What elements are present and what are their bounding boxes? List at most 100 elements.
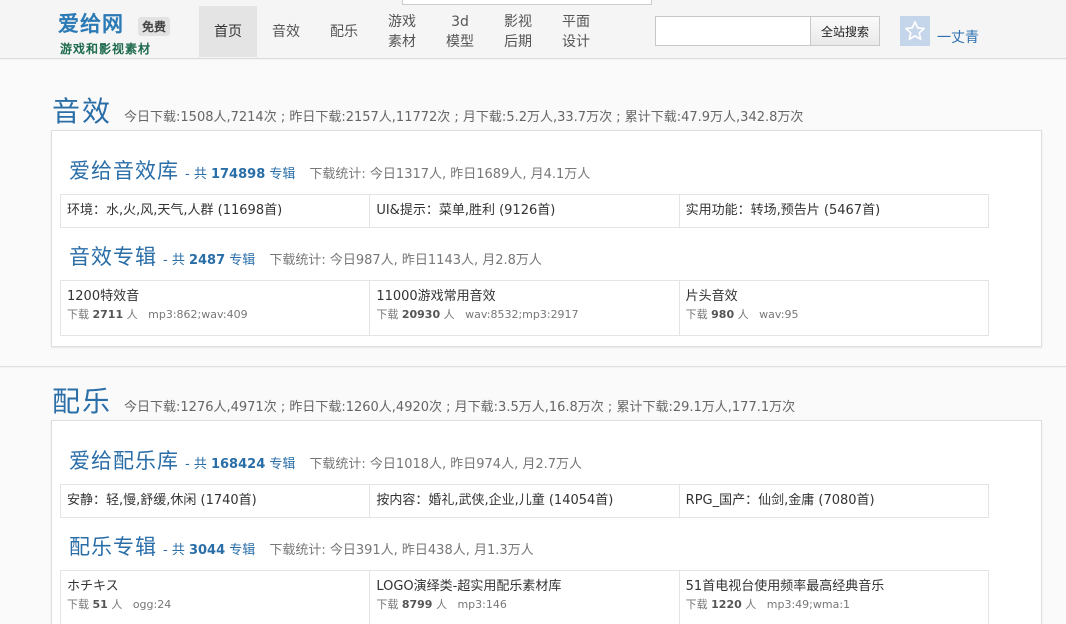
- nav-game-assets[interactable]: 游戏 素材: [373, 6, 431, 57]
- sound-panel: 爱给音效库 - 共 174898 专辑 下载统计: 今日1317人, 昨日168…: [51, 130, 1042, 347]
- album-item[interactable]: 51首电视台使用频率最高经典音乐 下载 1220 人 mp3:49;wma:1: [680, 571, 988, 624]
- count-prefix: - 共: [185, 457, 207, 472]
- nav-video-post[interactable]: 影视 后期: [489, 6, 547, 57]
- section-title[interactable]: 配乐: [52, 380, 112, 420]
- downloads-suffix: 人: [443, 308, 455, 321]
- main-nav: 首页 音效 配乐 游戏 素材 3d 模型 影视 后期 平面 设计: [199, 6, 605, 57]
- category-item[interactable]: 安静：轻,慢,舒缓,休闲 (1740首): [61, 485, 371, 517]
- album-name[interactable]: ホチキス: [67, 578, 363, 596]
- nav-label: 音效: [272, 23, 300, 40]
- nav-home[interactable]: 首页: [199, 6, 257, 57]
- count-prefix: - 共: [163, 253, 185, 268]
- albums-heading: 配乐专辑 - 共 3044 专辑 下载统计: 今日391人, 昨日438人, 月…: [69, 531, 534, 561]
- count-suffix: 专辑: [229, 543, 256, 558]
- downloads-prefix: 下载: [685, 308, 708, 321]
- category-grid: 安静：轻,慢,舒缓,休闲 (1740首) 按内容：婚礼,武侠,企业,儿童 (14…: [60, 484, 989, 518]
- album-meta: 下载 51 人 ogg:24: [67, 597, 363, 613]
- downloads-suffix: 人: [745, 598, 757, 611]
- album-item[interactable]: 11000游戏常用音效 下载 20930 人 wav:8532;mp3:2917: [370, 281, 680, 335]
- music-section: 配乐 今日下载:1276人,4971次 ; 昨日下载:1260人,4920次 ;…: [0, 368, 1066, 624]
- nav-sound[interactable]: 音效: [257, 6, 315, 57]
- downloads-suffix: 人: [737, 308, 749, 321]
- nav-music[interactable]: 配乐: [315, 6, 373, 57]
- avatar[interactable]: [900, 16, 930, 46]
- album-item[interactable]: 1200特效音 下载 2711 人 mp3:862;wav:409: [61, 281, 371, 335]
- nav-label: 3d 模型: [446, 13, 474, 50]
- count-value: 3044: [188, 543, 226, 558]
- downloads-prefix: 下载: [67, 308, 89, 321]
- albums-heading: 音效专辑 - 共 2487 专辑 下载统计: 今日987人, 昨日1143人, …: [69, 241, 542, 271]
- search-input[interactable]: [655, 16, 811, 46]
- nav-label: 平面 设计: [562, 13, 590, 50]
- nav-graphic-design[interactable]: 平面 设计: [547, 6, 605, 57]
- album-meta: 下载 20930 人 wav:8532;mp3:2917: [376, 307, 672, 323]
- nav-label: 首页: [214, 23, 242, 40]
- category-item[interactable]: 环境：水,火,风,天气,人群 (11698首): [61, 195, 371, 227]
- downloads-suffix: 人: [126, 308, 138, 321]
- album-meta: 下载 980 人 wav:95: [686, 307, 982, 323]
- album-formats: mp3:146: [457, 598, 507, 611]
- count-value: 2487: [188, 253, 226, 268]
- count-value: 168424: [210, 457, 266, 472]
- top-tab-strip: [402, 0, 652, 5]
- section-stats: 今日下载:1508人,7214次 ; 昨日下载:2157人,11772次 ; 月…: [124, 110, 804, 125]
- nav-label: 影视 后期: [504, 13, 532, 50]
- album-grid: 1200特效音 下载 2711 人 mp3:862;wav:409 11000游…: [60, 280, 989, 336]
- albums-count[interactable]: - 共 2487 专辑: [163, 249, 255, 268]
- album-item[interactable]: LOGO演绎类-超实用配乐素材库 下载 8799 人 mp3:146: [370, 571, 680, 624]
- library-count[interactable]: - 共 168424 专辑: [185, 453, 295, 472]
- library-heading: 爱给配乐库 - 共 168424 专辑 下载统计: 今日1018人, 昨日974…: [69, 445, 582, 475]
- site-header: 爱给网 免费 游戏和影视素材 首页 音效 配乐 游戏 素材 3d 模型 影视 后…: [0, 0, 1066, 59]
- category-item[interactable]: 实用功能：转场,预告片 (5467首): [680, 195, 988, 227]
- library-title[interactable]: 爱给配乐库: [69, 445, 179, 475]
- free-badge: 免费: [138, 17, 171, 36]
- logo-title: 爱给网: [58, 11, 124, 36]
- star-icon: [905, 21, 925, 41]
- count-suffix: 专辑: [269, 457, 296, 472]
- category-grid: 环境：水,火,风,天气,人群 (11698首) UI&提示：菜单,胜利 (912…: [60, 194, 989, 228]
- library-title[interactable]: 爱给音效库: [69, 155, 179, 185]
- albums-count[interactable]: - 共 3044 专辑: [163, 539, 255, 558]
- library-heading: 爱给音效库 - 共 174898 专辑 下载统计: 今日1317人, 昨日168…: [69, 155, 590, 185]
- nav-label: 配乐: [330, 23, 358, 40]
- downloads-prefix: 下载: [376, 308, 399, 321]
- nav-label: 游戏 素材: [388, 13, 416, 50]
- albums-stats: 下载统计: 今日391人, 昨日438人, 月1.3万人: [269, 543, 534, 558]
- album-downloads: 8799: [401, 598, 433, 611]
- library-stats: 下载统计: 今日1018人, 昨日974人, 月2.7万人: [309, 457, 583, 472]
- album-name[interactable]: 1200特效音: [67, 288, 363, 306]
- downloads-suffix: 人: [111, 598, 123, 611]
- album-name[interactable]: 11000游戏常用音效: [376, 288, 672, 306]
- sound-section: 音效 今日下载:1508人,7214次 ; 昨日下载:2157人,11772次 …: [0, 60, 1066, 367]
- album-name[interactable]: LOGO演绎类-超实用配乐素材库: [376, 578, 672, 596]
- downloads-suffix: 人: [435, 598, 447, 611]
- logo-subtitle: 游戏和影视素材: [60, 42, 152, 56]
- count-value: 174898: [210, 167, 266, 182]
- album-name[interactable]: 51首电视台使用频率最高经典音乐: [686, 578, 982, 596]
- albums-title[interactable]: 音效专辑: [69, 241, 157, 271]
- count-suffix: 专辑: [229, 253, 256, 268]
- site-logo[interactable]: 爱给网 免费 游戏和影视素材: [58, 8, 188, 56]
- search-button[interactable]: 全站搜索: [810, 16, 880, 46]
- section-title[interactable]: 音效: [52, 90, 112, 130]
- music-panel: 爱给配乐库 - 共 168424 专辑 下载统计: 今日1018人, 昨日974…: [51, 420, 1042, 624]
- album-formats: ogg:24: [132, 598, 172, 611]
- album-downloads: 980: [711, 308, 735, 321]
- album-item[interactable]: 片头音效 下载 980 人 wav:95: [680, 281, 988, 335]
- album-formats: wav:8532;mp3:2917: [465, 308, 579, 321]
- album-name[interactable]: 片头音效: [686, 288, 982, 306]
- count-suffix: 专辑: [269, 167, 296, 182]
- downloads-prefix: 下载: [685, 598, 708, 611]
- nav-3d-models[interactable]: 3d 模型: [431, 6, 489, 57]
- downloads-prefix: 下载: [67, 598, 89, 611]
- albums-title[interactable]: 配乐专辑: [69, 531, 157, 561]
- library-stats: 下载统计: 今日1317人, 昨日1689人, 月4.1万人: [309, 167, 591, 182]
- category-item[interactable]: UI&提示：菜单,胜利 (9126首): [370, 195, 680, 227]
- username-link[interactable]: 一丈青: [937, 27, 979, 47]
- category-item[interactable]: RPG_国产：仙剑,金庸 (7080首): [680, 485, 988, 517]
- library-count[interactable]: - 共 174898 专辑: [185, 163, 295, 182]
- count-prefix: - 共: [185, 167, 207, 182]
- section-heading: 配乐 今日下载:1276人,4971次 ; 昨日下载:1260人,4920次 ;…: [52, 380, 795, 420]
- category-item[interactable]: 按内容：婚礼,武侠,企业,儿童 (14054首): [370, 485, 680, 517]
- album-item[interactable]: ホチキス 下载 51 人 ogg:24: [61, 571, 371, 624]
